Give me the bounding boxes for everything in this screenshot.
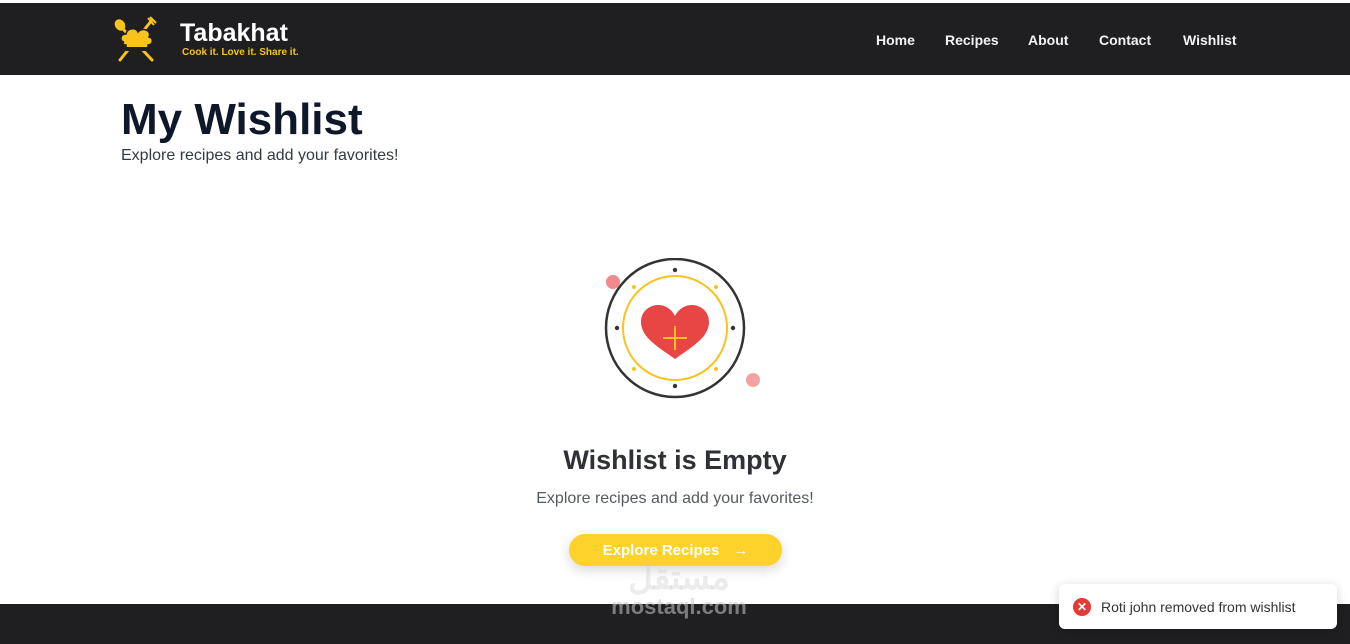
nav-about[interactable]: About (1028, 32, 1068, 48)
arrow-right-icon: → (733, 541, 749, 559)
explore-recipes-label: Explore Recipes (602, 541, 720, 559)
nav-contact[interactable]: Contact (1099, 32, 1151, 48)
brand-name[interactable]: Tabakhat (180, 20, 288, 46)
page-title: My Wishlist (121, 95, 363, 144)
toast-message: Roti john removed from wishlist (1101, 598, 1296, 615)
error-x-icon: ✕ (1073, 597, 1091, 616)
nav-home[interactable]: Home (876, 32, 915, 48)
nav-recipes[interactable]: Recipes (945, 32, 999, 48)
empty-state-title: Wishlist is Empty (563, 445, 787, 475)
chef-logo-icon[interactable] (112, 16, 160, 64)
nav-wishlist[interactable]: Wishlist (1183, 32, 1237, 48)
watermark-latin: mostaql.com (611, 594, 747, 619)
toast-notification[interactable]: ✕ Roti john removed from wishlist (1059, 584, 1337, 629)
watermark-arabic: مستقل (628, 559, 730, 597)
site-header: Tabakhat Cook it. Love it. Share it. Hom… (0, 3, 1350, 75)
page-subtitle: Explore recipes and add your favorites! (121, 147, 399, 164)
empty-state-subtitle: Explore recipes and add your favorites! (536, 490, 814, 507)
empty-wishlist-heart-icon (604, 258, 760, 399)
brand-tagline: Cook it. Love it. Share it. (182, 47, 299, 58)
